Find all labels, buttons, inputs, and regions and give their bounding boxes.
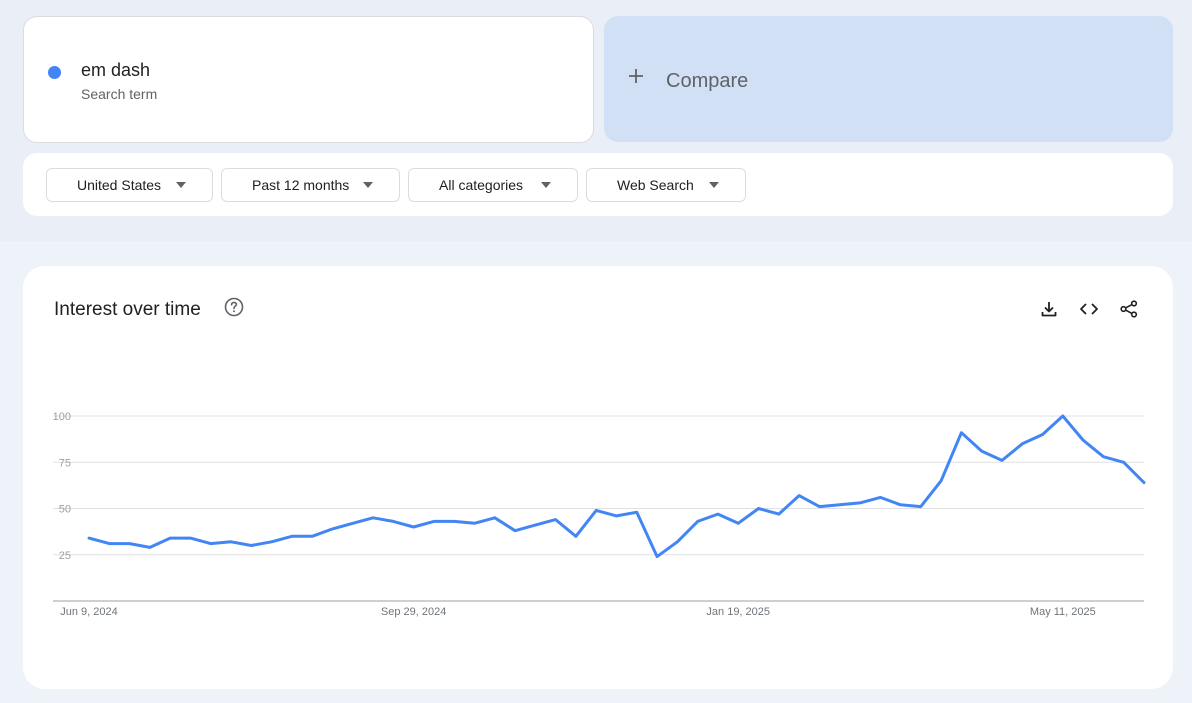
data-point[interactable]: [469, 518, 479, 528]
data-point[interactable]: [713, 509, 723, 519]
data-point[interactable]: [1017, 439, 1027, 449]
data-point[interactable]: [1058, 411, 1068, 421]
caret-down-icon: [541, 182, 551, 188]
data-point[interactable]: [449, 516, 459, 526]
data-point[interactable]: [571, 531, 581, 541]
caret-down-icon: [363, 182, 373, 188]
region-dropdown-label: United States: [77, 177, 162, 193]
data-point[interactable]: [348, 518, 358, 528]
data-point[interactable]: [226, 537, 236, 547]
region-dropdown[interactable]: United States: [46, 168, 213, 202]
data-point[interactable]: [287, 531, 297, 541]
data-point[interactable]: [1038, 430, 1048, 440]
data-point[interactable]: [307, 531, 317, 541]
data-point[interactable]: [165, 533, 175, 543]
data-point[interactable]: [388, 516, 398, 526]
x-tick-label: May 11, 2025: [1030, 606, 1096, 618]
interest-over-time-card: Interest over time 25 50 75 100 Jun 9, 2024…: [23, 266, 1173, 689]
data-point[interactable]: [368, 513, 378, 523]
search-type-dropdown-label: Web Search: [617, 177, 694, 193]
interest-line-chart: 25 50 75 100 Jun 9, 2024 Sep 29, 2024 Jan 19,…: [53, 411, 1149, 618]
filter-bar: United States Past 12 months All categor…: [23, 153, 1173, 216]
data-point[interactable]: [875, 492, 885, 502]
y-tick-label: 100: [53, 411, 71, 423]
data-point[interactable]: [794, 491, 804, 501]
compare-button[interactable]: Compare: [604, 16, 1173, 142]
data-point[interactable]: [1119, 457, 1129, 467]
data-point[interactable]: [591, 505, 601, 515]
data-point[interactable]: [104, 539, 114, 549]
data-point[interactable]: [429, 516, 439, 526]
time-range-dropdown[interactable]: Past 12 months: [221, 168, 400, 202]
search-term-card[interactable]: em dash Search term: [23, 16, 594, 143]
time-range-dropdown-label: Past 12 months: [252, 177, 350, 193]
y-tick-label: 50: [59, 504, 71, 516]
data-point[interactable]: [530, 520, 540, 530]
series-line[interactable]: [87, 414, 1146, 559]
data-point[interactable]: [490, 513, 500, 523]
data-point[interactable]: [1139, 478, 1149, 488]
y-tick-label: 75: [59, 457, 71, 469]
data-point[interactable]: [510, 526, 520, 536]
data-point[interactable]: [551, 515, 561, 525]
data-point[interactable]: [896, 500, 906, 510]
data-point[interactable]: [327, 524, 337, 534]
data-point[interactable]: [185, 533, 195, 543]
data-point[interactable]: [84, 533, 94, 543]
data-point[interactable]: [835, 500, 845, 510]
caret-down-icon: [176, 182, 186, 188]
search-type-dropdown[interactable]: Web Search: [586, 168, 746, 202]
data-point[interactable]: [693, 516, 703, 526]
data-point[interactable]: [855, 498, 865, 508]
data-point[interactable]: [916, 502, 926, 512]
data-point[interactable]: [956, 428, 966, 438]
data-point[interactable]: [997, 455, 1007, 465]
data-point[interactable]: [1098, 452, 1108, 462]
data-point[interactable]: [267, 537, 277, 547]
series-color-dot: [48, 66, 61, 79]
data-point[interactable]: [125, 539, 135, 549]
data-point[interactable]: [814, 502, 824, 512]
category-dropdown-label: All categories: [439, 177, 524, 193]
data-point[interactable]: [977, 446, 987, 456]
data-point[interactable]: [774, 509, 784, 519]
x-tick-label: Sep 29, 2024: [381, 606, 446, 618]
data-point[interactable]: [246, 541, 256, 551]
data-point[interactable]: [936, 476, 946, 486]
data-point[interactable]: [409, 522, 419, 532]
category-dropdown[interactable]: All categories: [408, 168, 578, 202]
plus-icon: [629, 69, 643, 83]
x-tick-label: Jan 19, 2025: [706, 606, 770, 618]
data-point[interactable]: [733, 518, 743, 528]
x-tick-label: Jun 9, 2024: [60, 606, 118, 618]
data-point[interactable]: [672, 537, 682, 547]
data-point[interactable]: [652, 552, 662, 562]
data-point[interactable]: [632, 507, 642, 517]
data-point[interactable]: [754, 504, 764, 514]
search-term-name[interactable]: em dash: [81, 60, 150, 81]
data-point[interactable]: [145, 542, 155, 552]
data-point[interactable]: [612, 511, 622, 521]
compare-label: Compare: [666, 70, 749, 92]
data-point[interactable]: [206, 539, 216, 549]
search-term-subtitle: Search term: [81, 86, 158, 102]
data-point[interactable]: [1078, 435, 1088, 445]
y-tick-label: 25: [59, 550, 71, 562]
caret-down-icon: [709, 182, 719, 188]
